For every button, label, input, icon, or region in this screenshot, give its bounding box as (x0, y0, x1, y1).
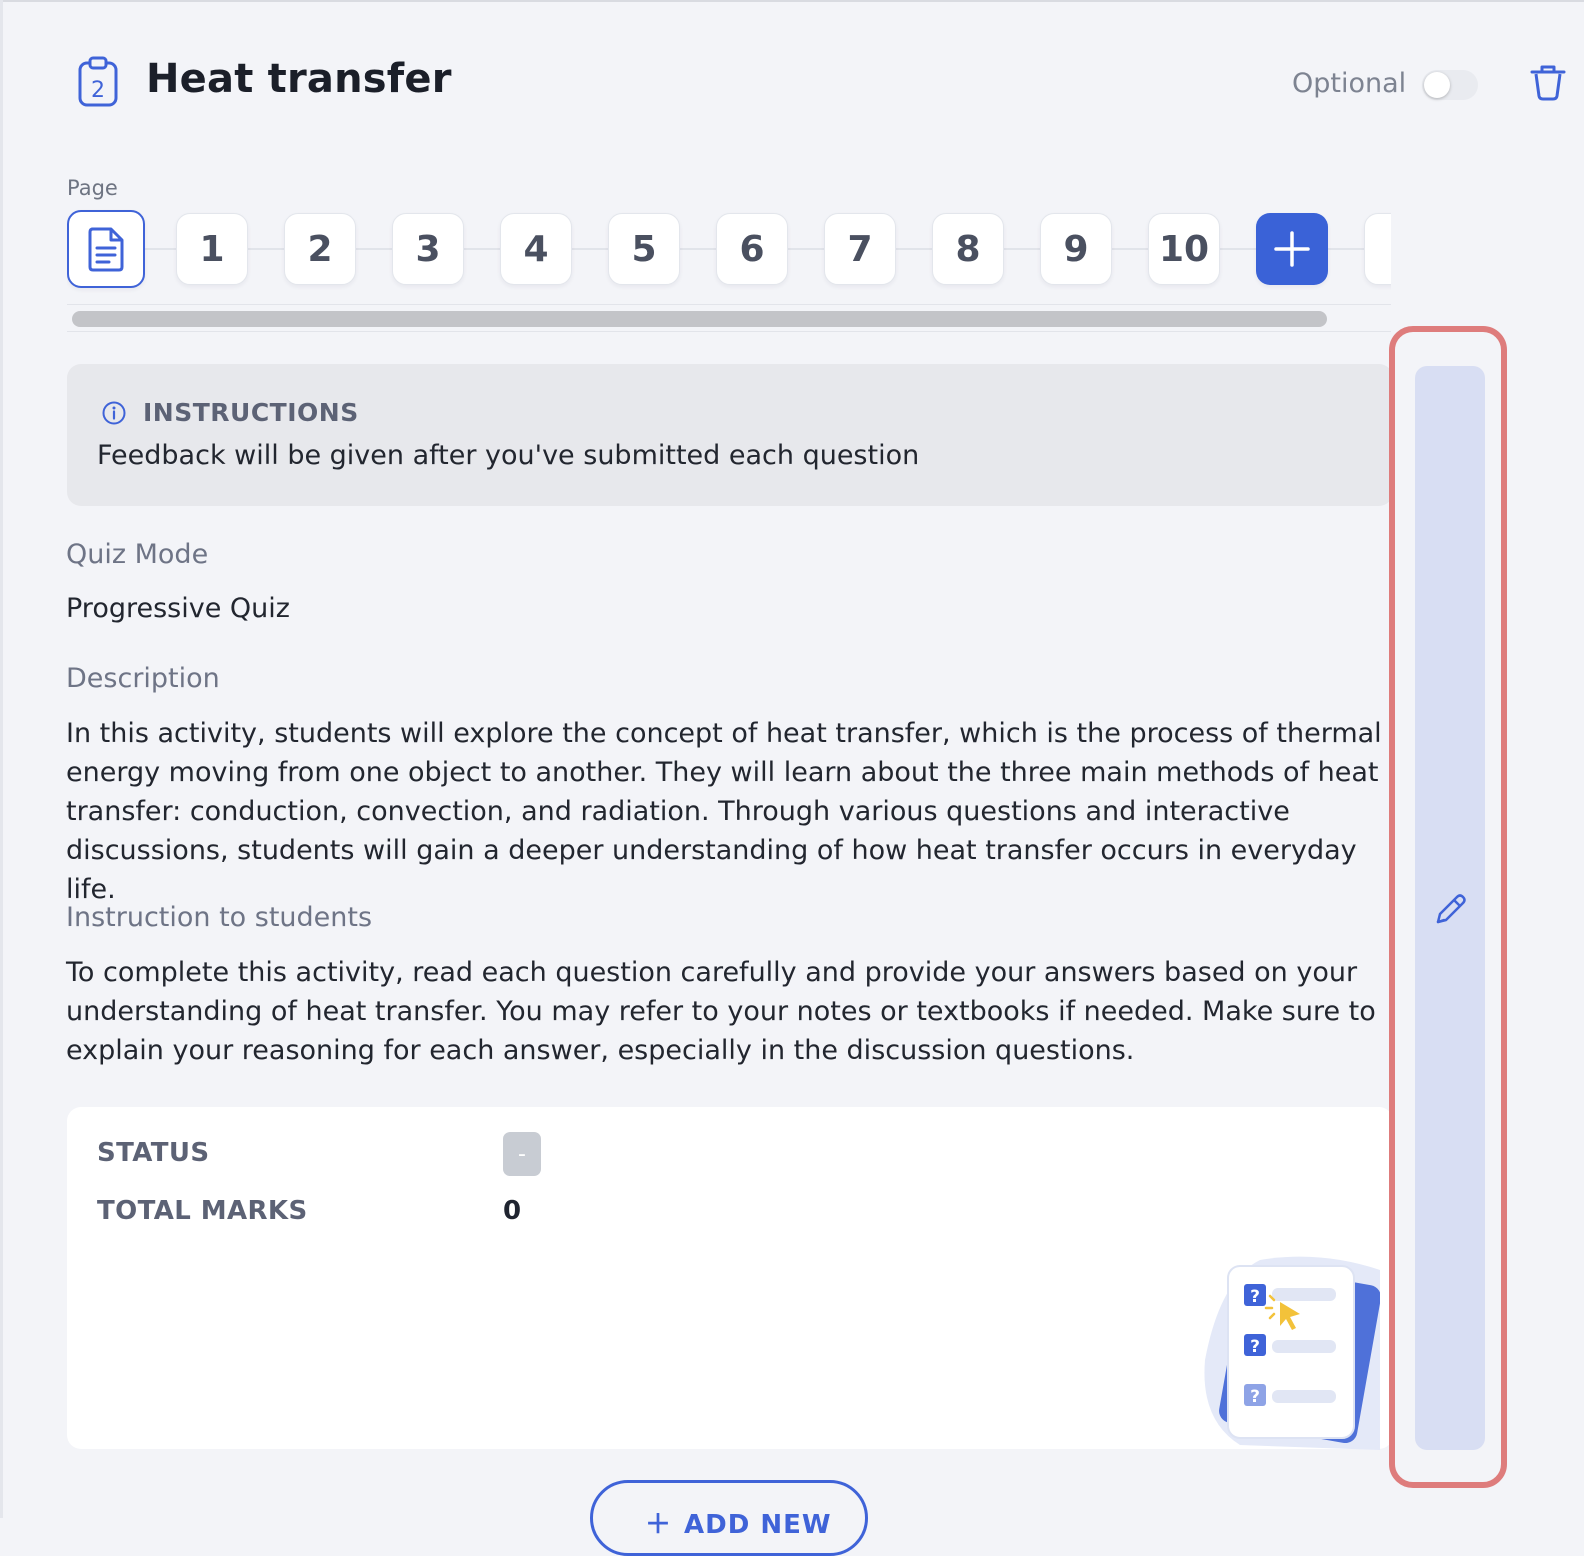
left-border (0, 0, 3, 1518)
page-strip: 1 2 3 4 5 6 7 8 9 10 (67, 208, 1391, 296)
svg-text:?: ? (1250, 1337, 1260, 1357)
page-button-3[interactable]: 3 (392, 213, 464, 285)
quiz-illustration: ? ? ? (1204, 1256, 1380, 1450)
instructions-title: INSTRUCTIONS (143, 398, 359, 427)
highlight-box (1389, 326, 1507, 1488)
status-label: STATUS (97, 1138, 210, 1168)
optional-label: Optional (1292, 68, 1407, 99)
top-border (0, 0, 1584, 2)
instructions-card (67, 364, 1393, 506)
clipboard-number: 2 (91, 78, 105, 103)
page-button-4[interactable]: 4 (500, 213, 572, 285)
page-button-1[interactable]: 1 (176, 213, 248, 285)
page-button-6[interactable]: 6 (716, 213, 788, 285)
horizontal-scrollbar[interactable] (72, 311, 1327, 327)
page-button-5[interactable]: 5 (608, 213, 680, 285)
optional-toggle[interactable] (1422, 70, 1478, 100)
student-instruction-text: To complete this activity, read each que… (66, 957, 1376, 1066)
info-icon (102, 401, 126, 425)
add-new-label: ＋ ADD NEW (645, 1504, 832, 1541)
description-label: Description (66, 663, 220, 694)
page-button-7[interactable]: 7 (824, 213, 896, 285)
document-icon (88, 227, 124, 272)
strip-divider (67, 331, 1391, 332)
status-badge: - (503, 1132, 541, 1176)
svg-text:?: ? (1250, 1287, 1260, 1307)
plus-icon: ＋ (645, 1510, 673, 1540)
add-new-text: ADD NEW (684, 1510, 832, 1540)
page-button-2[interactable]: 2 (284, 213, 356, 285)
total-marks-label: TOTAL MARKS (97, 1196, 308, 1226)
plus-icon (1274, 231, 1310, 267)
status-card (67, 1107, 1393, 1449)
page-label: Page (67, 176, 118, 200)
student-instruction-label: Instruction to students (66, 902, 373, 933)
toggle-knob (1424, 72, 1450, 98)
svg-text:?: ? (1250, 1387, 1260, 1407)
clipboard-number-icon: 2 (78, 56, 118, 107)
add-page-button[interactable] (1256, 213, 1328, 285)
description-text: In this activity, students will explore … (66, 718, 1382, 905)
strip-divider (67, 304, 1391, 305)
quiz-mode-value: Progressive Quiz (66, 593, 290, 624)
quiz-mode-label: Quiz Mode (66, 539, 209, 570)
page-button-partial[interactable] (1364, 213, 1391, 285)
page-overview-button[interactable] (67, 210, 145, 288)
trash-icon[interactable] (1526, 60, 1570, 104)
page-button-9[interactable]: 9 (1040, 213, 1112, 285)
page-button-10[interactable]: 10 (1148, 213, 1220, 285)
instructions-text: Feedback will be given after you've subm… (97, 440, 920, 471)
page-title: Heat transfer (146, 56, 452, 102)
total-marks-value: 0 (503, 1196, 522, 1226)
page-button-8[interactable]: 8 (932, 213, 1004, 285)
